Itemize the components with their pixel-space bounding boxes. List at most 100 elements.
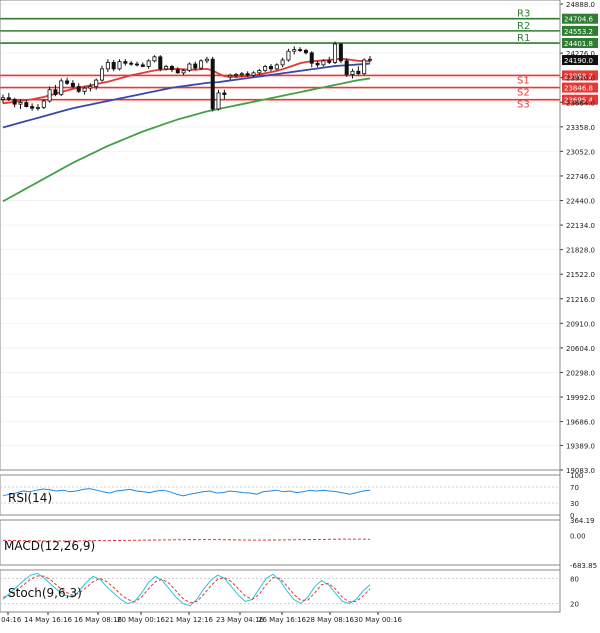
candle-body [356,70,361,75]
macd-label: MACD(12,26,9) [4,539,95,553]
candle-body [70,82,75,87]
candle-body [140,64,145,67]
y-tick-label: 19686.0 [566,419,595,427]
candle-body [344,60,349,75]
support-value: 23846.8 [564,85,593,93]
rsi-tick-label: 30 [570,500,579,508]
rsi-tick-label: 70 [570,484,579,492]
rsi-label: RSI(14) [8,491,52,505]
candle-body [193,63,198,69]
candle-body [65,80,70,84]
y-tick-label: 19992.0 [566,394,595,402]
candle-body [146,60,151,67]
candle-body [117,61,122,70]
candle-body [199,60,204,69]
candle-body [350,70,355,75]
y-tick-label: 21216.0 [566,296,595,304]
resistance-value: 24553.2 [564,28,593,36]
candle-body [129,62,134,65]
candle-body [6,97,11,100]
candle-body [263,66,268,71]
y-tick-label: 20910.0 [566,320,595,328]
candle-body [152,56,157,62]
y-tick-label: 23358.0 [566,124,595,132]
stoch-tick-label: 20 [570,601,579,609]
x-tick-label: 14 May 16:16 [24,616,73,624]
rsi-tick-label: 100 [570,472,583,480]
candle-body [315,62,320,66]
y-tick-label: 22746.0 [566,173,595,181]
candle-body [362,59,367,75]
candle-body [280,59,285,66]
candle-body [338,43,343,62]
candle-body [100,68,105,81]
y-tick-label: 20298.0 [566,369,595,377]
candle-body [175,69,180,74]
candle-body [367,58,372,61]
x-tick-label: 26 May 16:16 [258,616,307,624]
candle-body [30,106,35,109]
candle-body [204,58,209,62]
candle-body [251,72,256,76]
candle-body [239,73,244,76]
candle-body [134,63,139,66]
candle-body [181,70,186,74]
stoch-label: Stoch(9,6,3) [8,586,82,600]
x-tick-label: 20 May 00:16 [117,616,166,624]
candle-body [327,60,332,63]
candle-body [76,86,81,92]
candle-body [24,102,29,107]
candle-body [257,70,262,74]
y-tick-label: 22440.0 [566,198,595,206]
candle-body [321,60,326,66]
chart-svg: R3 24704.6R2 24553.2R1 24401.8S1 23998.2S2 23… [0,0,600,629]
y-tick-label: 23052.0 [566,148,595,156]
x-tick-label: 21 May 12:16 [165,616,214,624]
candle-body [53,89,58,95]
macd-tick-label: 364.19 [570,517,595,525]
candle-body [298,49,303,51]
candle-body [333,43,338,63]
candle-body [169,66,174,71]
candle-body [47,89,52,102]
candle-body [35,106,40,109]
stoch-tick-label: 80 [570,575,579,583]
candle-body [111,62,116,70]
candle-body [105,62,110,70]
candle-body [216,92,221,110]
resistance-label: R1 [517,33,530,44]
candle-body [12,98,17,105]
candle-body [0,97,6,100]
candle-body [268,66,273,70]
y-tick-label: 24888.0 [566,1,595,9]
resistance-label: R3 [517,9,530,20]
y-tick-label: 22134.0 [566,222,595,230]
candle-body [210,58,215,110]
y-tick-label: 23664.0 [566,99,595,107]
y-tick-label: 21522.0 [566,271,595,279]
candle-body [234,74,239,76]
candle-body [82,87,87,92]
candle-body [41,100,46,108]
candle-body [292,49,297,52]
candle-body [18,102,23,105]
macd-tick-label: 0.00 [570,533,586,541]
candle-body [222,92,227,95]
chart-background [0,0,600,629]
y-tick-label: 20604.0 [566,345,595,353]
support-label: S2 [517,88,530,99]
y-tick-label: 21828.0 [566,247,595,255]
candle-body [88,86,93,89]
trading-chart: R3 24704.6 R2 24553.2 R1 24401.8 S1 23998.2 S2 23… [0,0,600,629]
candle-body [245,73,250,76]
x-tick-label: y 04:16 [0,616,22,624]
y-tick-label: 19389.0 [566,442,595,450]
candle-body [187,63,192,71]
candle-body [303,49,308,54]
candle-body [286,50,291,61]
resistance-label: R2 [517,21,530,32]
candle-body [94,79,99,87]
resistance-value: 24401.8 [564,40,593,48]
support-label: S3 [517,100,530,111]
candle-body [228,74,233,78]
